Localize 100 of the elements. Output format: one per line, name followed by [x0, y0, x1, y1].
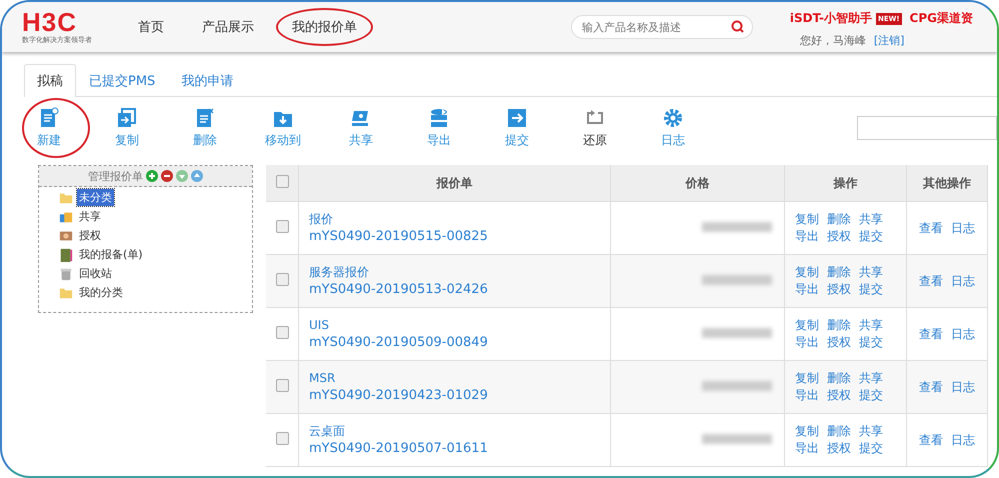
tab[interactable]: 拟稿: [24, 64, 76, 97]
action-link[interactable]: 导出: [795, 440, 819, 457]
quote-name-link[interactable]: 云桌面: [309, 422, 609, 440]
action-link[interactable]: 导出: [795, 281, 819, 298]
tree-item[interactable]: 我的报备(单): [77, 246, 145, 263]
filter-field[interactable]: [857, 116, 997, 140]
tree-item[interactable]: 共享: [77, 208, 103, 225]
trash-icon: [59, 266, 73, 280]
action-link[interactable]: 共享: [859, 317, 883, 334]
tree-item[interactable]: 授权: [77, 227, 103, 244]
action-link[interactable]: 提交: [859, 440, 883, 457]
toolbar-button[interactable]: 共享: [322, 106, 400, 150]
tab[interactable]: 我的申请: [168, 64, 246, 97]
action-link[interactable]: 删除: [827, 211, 851, 228]
quote-number-link[interactable]: mYS0490-20190423-01029: [309, 387, 609, 405]
action-link[interactable]: 复制: [795, 211, 819, 228]
logo-text: H3C: [22, 9, 78, 35]
column-header: 报价单: [298, 165, 610, 202]
action-link[interactable]: 授权: [827, 228, 851, 245]
action-link[interactable]: 提交: [859, 228, 883, 245]
submit-icon: [506, 107, 528, 129]
quote-number-link[interactable]: mYS0490-20190509-00849: [309, 334, 609, 352]
action-link[interactable]: 复制: [795, 423, 819, 440]
nav-link[interactable]: 首页: [134, 14, 168, 40]
toolbar-button[interactable]: 复制: [88, 106, 166, 150]
action-link[interactable]: 查看: [919, 274, 943, 288]
action-link[interactable]: 删除: [827, 423, 851, 440]
action-link[interactable]: 导出: [795, 387, 819, 404]
blurred-price: [702, 222, 772, 232]
toolbar-button[interactable]: 导出: [400, 106, 478, 150]
action-link[interactable]: 共享: [859, 211, 883, 228]
action-link[interactable]: 查看: [919, 326, 943, 340]
action-link[interactable]: 复制: [795, 317, 819, 334]
tree-item[interactable]: 未分类: [77, 189, 114, 206]
toolbar-button[interactable]: 日志: [634, 106, 712, 150]
row-checkbox[interactable]: [276, 220, 288, 233]
add-icon[interactable]: [146, 170, 158, 182]
blurred-price: [702, 275, 772, 285]
row-checkbox[interactable]: [276, 432, 288, 445]
action-link[interactable]: 授权: [827, 334, 851, 351]
quote-name-link[interactable]: UIS: [309, 316, 609, 334]
quote-name-link[interactable]: MSR: [309, 369, 609, 387]
row-checkbox[interactable]: [276, 273, 288, 286]
greeting-text: 您好，马海峰: [800, 33, 866, 48]
action-link[interactable]: 授权: [827, 440, 851, 457]
action-link[interactable]: 授权: [827, 281, 851, 298]
blurred-price: [702, 381, 772, 391]
promo-link[interactable]: CPG渠道资: [910, 10, 973, 27]
action-link[interactable]: 授权: [827, 387, 851, 404]
action-link[interactable]: 复制: [795, 264, 819, 281]
action-link[interactable]: 导出: [795, 228, 819, 245]
action-link[interactable]: 删除: [827, 264, 851, 281]
action-link[interactable]: 删除: [827, 317, 851, 334]
nav-link[interactable]: 我的报价单: [288, 14, 361, 40]
row-checkbox[interactable]: [276, 326, 288, 339]
export-icon: [428, 107, 450, 129]
action-link[interactable]: 查看: [919, 220, 943, 234]
logout-link[interactable]: [注销]: [874, 33, 904, 48]
quote-number-link[interactable]: mYS0490-20190513-02426: [309, 281, 609, 299]
action-link[interactable]: 日志: [951, 380, 975, 394]
action-link[interactable]: 日志: [951, 432, 975, 446]
row-checkbox[interactable]: [276, 379, 288, 392]
tree-item[interactable]: 回收站: [77, 265, 114, 282]
action-link[interactable]: 查看: [919, 432, 943, 446]
action-link[interactable]: 提交: [859, 387, 883, 404]
quote-name-link[interactable]: 服务器报价: [309, 263, 609, 281]
log-icon: [662, 107, 684, 129]
action-link[interactable]: 提交: [859, 334, 883, 351]
blurred-price: [702, 328, 772, 338]
book-icon: [59, 248, 73, 262]
grant-icon: [59, 228, 73, 242]
action-link[interactable]: 日志: [951, 274, 975, 288]
action-link[interactable]: 查看: [919, 380, 943, 394]
action-link[interactable]: 日志: [951, 220, 975, 234]
tab[interactable]: 已提交PMS: [76, 64, 168, 97]
toolbar-button[interactable]: 新建: [24, 106, 74, 150]
toolbar-button[interactable]: 删除: [166, 106, 244, 150]
tree-item[interactable]: 我的分类: [77, 284, 125, 301]
share-icon: [59, 210, 73, 224]
toolbar-button[interactable]: 提交: [478, 106, 556, 150]
action-link[interactable]: 提交: [859, 281, 883, 298]
action-link[interactable]: 删除: [827, 370, 851, 387]
quote-name-link[interactable]: 报价: [309, 210, 609, 228]
action-link[interactable]: 日志: [951, 326, 975, 340]
quote-number-link[interactable]: mYS0490-20190507-01611: [309, 440, 609, 458]
select-all-checkbox[interactable]: [276, 175, 288, 188]
nav-link[interactable]: 产品展示: [198, 14, 258, 40]
blurred-price: [702, 434, 772, 444]
quote-number-link[interactable]: mYS0490-20190515-00825: [309, 228, 609, 246]
action-link[interactable]: 共享: [859, 370, 883, 387]
column-header: 价格: [610, 165, 784, 202]
delete-icon: [194, 107, 216, 129]
search-field[interactable]: 输入产品名称及描述: [571, 15, 753, 39]
remove-icon[interactable]: [161, 170, 173, 182]
action-link[interactable]: 共享: [859, 423, 883, 440]
action-link[interactable]: 导出: [795, 334, 819, 351]
promo-link[interactable]: iSDT-小智助手: [790, 10, 872, 27]
action-link[interactable]: 复制: [795, 370, 819, 387]
action-link[interactable]: 共享: [859, 264, 883, 281]
toolbar-button[interactable]: 移动到: [244, 106, 322, 150]
